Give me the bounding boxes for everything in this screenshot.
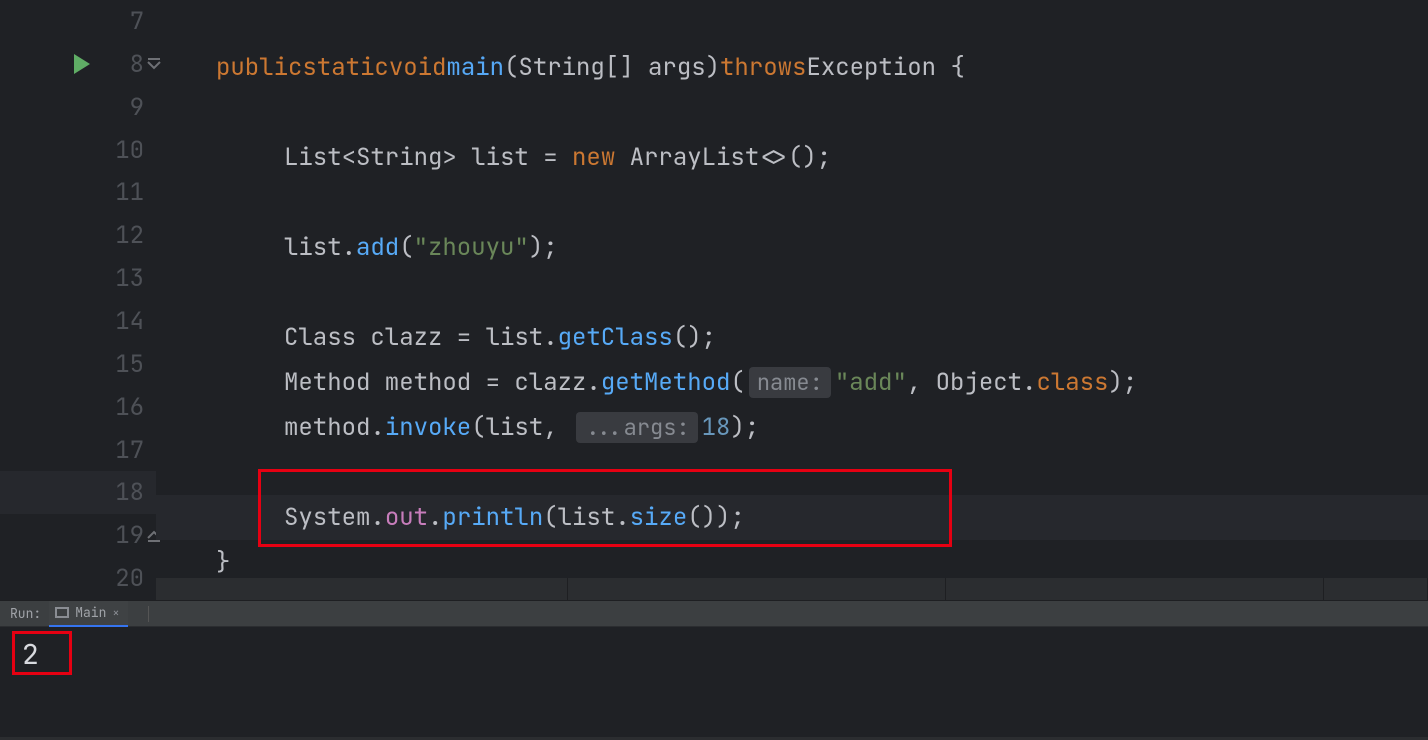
- gutter[interactable]: 7 8 9 10 11 12 13 14 15 16 17 18 19 20: [0, 0, 156, 600]
- run-gutter-icon[interactable]: [74, 54, 90, 74]
- code-area[interactable]: public static void main(String[] args) t…: [156, 0, 1428, 600]
- editor[interactable]: 7 8 9 10 11 12 13 14 15 16 17 18 19 20 p…: [0, 0, 1428, 600]
- tab-app-icon: [55, 607, 69, 618]
- line-number: 18: [108, 477, 144, 508]
- line-number: 20: [108, 563, 144, 594]
- code-line[interactable]: List<String> list = new ArrayList<>();: [156, 135, 1428, 180]
- line-number: 10: [108, 135, 144, 166]
- code-line[interactable]: public static void main(String[] args) t…: [156, 45, 1428, 90]
- divider: [148, 606, 149, 622]
- code-line[interactable]: Method method = clazz.getMethod(name:"ad…: [156, 360, 1428, 405]
- run-output[interactable]: 2: [0, 627, 1428, 737]
- line-number: 19: [108, 520, 144, 551]
- line-number: 12: [108, 220, 144, 251]
- run-label: Run:: [0, 605, 49, 622]
- inlay-hint: name:: [749, 367, 831, 398]
- code-line[interactable]: list.add("zhouyu");: [156, 225, 1428, 270]
- inlay-hint: ...args:: [576, 412, 698, 443]
- line-number: 17: [108, 435, 144, 466]
- line-number: 13: [108, 263, 144, 294]
- line-number: 14: [108, 306, 144, 337]
- line-number: 8: [108, 49, 144, 80]
- line-number: 11: [108, 177, 144, 208]
- run-tab[interactable]: Main ×: [49, 601, 127, 627]
- line-number: 16: [108, 392, 144, 423]
- code-line[interactable]: method.invoke(list, ...args: 18);: [156, 405, 1428, 450]
- line-number: 7: [108, 6, 144, 37]
- editor-bottom-bar: [156, 578, 1428, 600]
- close-icon[interactable]: ×: [112, 605, 119, 621]
- code-line[interactable]: Class clazz = list.getClass();: [156, 315, 1428, 360]
- run-tab-name: Main: [75, 604, 106, 621]
- line-number: 9: [108, 92, 144, 123]
- code-line[interactable]: System.out.println(list.size());: [156, 495, 1428, 540]
- line-number: 15: [108, 349, 144, 380]
- console-output: 2: [22, 635, 1412, 675]
